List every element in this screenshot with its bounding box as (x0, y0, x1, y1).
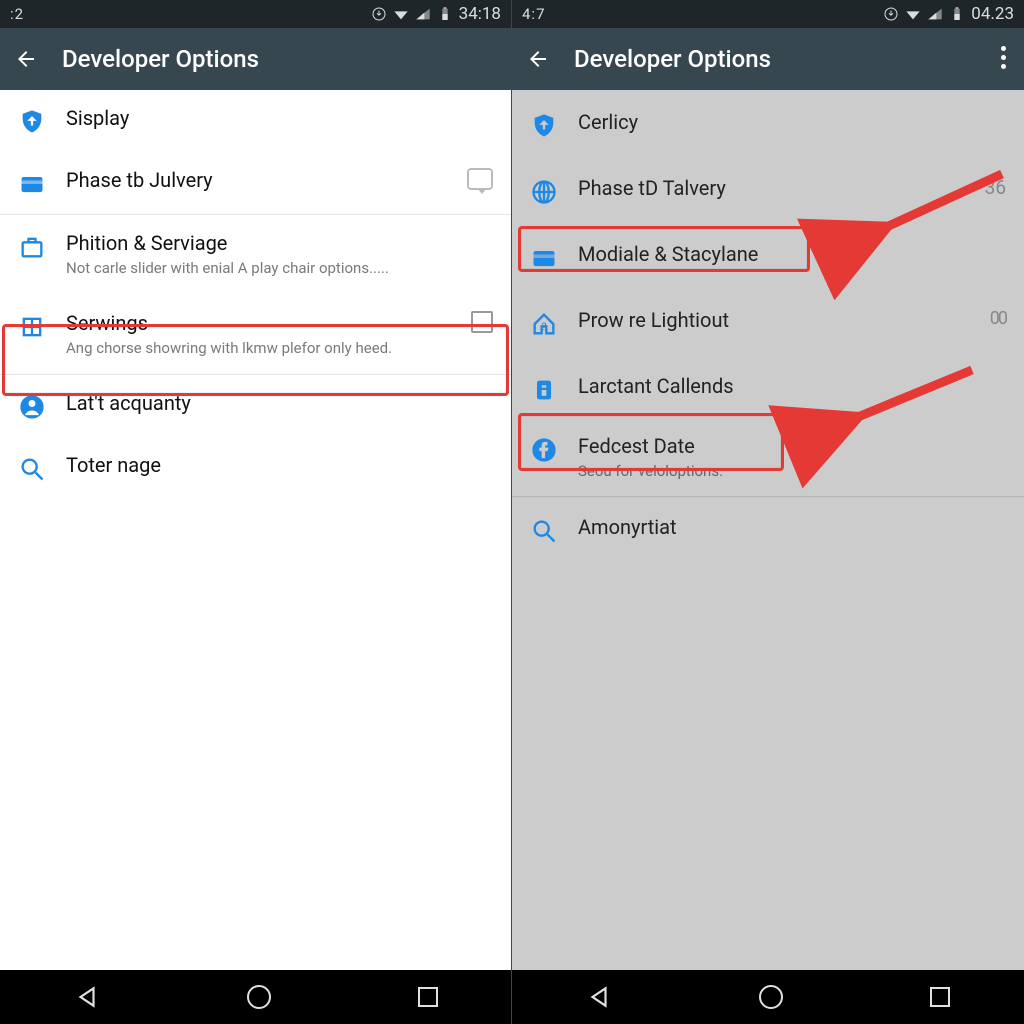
globe-icon (530, 176, 578, 206)
setting-serwings[interactable]: Serwings Ang chorse showring with lkmw p… (0, 295, 511, 376)
nav-bar (0, 970, 511, 1024)
shield-icon (530, 110, 578, 140)
card-icon (530, 242, 578, 272)
search-icon (530, 515, 578, 545)
nav-recent-icon[interactable] (930, 987, 950, 1007)
item-title: Phase tb Julvery (66, 168, 459, 192)
setting-sisplay[interactable]: Sisplay (0, 90, 511, 152)
nav-back-icon[interactable] (74, 984, 100, 1010)
battery-icon (949, 6, 965, 22)
item-badge: 00 (990, 308, 1006, 329)
nav-recent-icon[interactable] (418, 987, 438, 1007)
item-title: Prow re Lightiout (578, 308, 982, 332)
item-title: Amonyrtiat (578, 515, 1006, 539)
status-right: 04.23 (883, 4, 1014, 24)
settings-list: Sisplay Phase tb Julvery Phition & Servi… (0, 90, 511, 970)
house-icon: ? (530, 308, 578, 338)
card-icon (18, 168, 66, 198)
setting-toter[interactable]: Toter nage (0, 437, 511, 499)
item-title: Serwings (66, 311, 463, 335)
phone-screen-left: :2 34:18 Developer Options Sisplay Phase… (0, 0, 512, 1024)
item-title: Lat't acquanty (66, 391, 493, 415)
shield-icon (18, 106, 66, 136)
wifi-icon (905, 6, 921, 22)
nav-home-icon[interactable] (247, 985, 271, 1009)
setting-fedcest[interactable]: Fedcest Date Seou for veloloptions. (512, 424, 1024, 497)
checkbox[interactable] (471, 311, 493, 333)
item-title: Larctant Callends (578, 374, 1006, 398)
setting-latt[interactable]: Lat't acquanty (0, 375, 511, 437)
item-title: Modiale & Stacylane (578, 242, 1006, 266)
setting-modiale[interactable]: Modiale & Stacylane (512, 226, 1024, 292)
item-title: Sisplay (66, 106, 493, 130)
item-title: Phition & Serviage (66, 231, 493, 255)
search-icon (18, 453, 66, 483)
item-subtitle: Seou for veloloptions. (578, 462, 1006, 482)
person-icon (18, 391, 66, 421)
signal-icon (927, 6, 943, 22)
grid-icon (18, 311, 66, 341)
item-title: Fedcest Date (578, 434, 1006, 458)
action-bar: Developer Options (512, 28, 1024, 90)
battery-icon (437, 6, 453, 22)
status-bar: 4:7 04.23 (512, 0, 1024, 28)
action-bar: Developer Options (0, 28, 511, 90)
download-icon (883, 6, 899, 22)
item-title: Phase tD Talvery (578, 176, 977, 200)
item-title: Cerlicy (578, 110, 1006, 134)
back-icon[interactable] (526, 47, 550, 71)
setting-phase[interactable]: Phase tD Talvery 36 (512, 160, 1024, 226)
page-title: Developer Options (62, 45, 259, 73)
svg-text:?: ? (542, 320, 547, 333)
nav-back-icon[interactable] (586, 984, 612, 1010)
wifi-icon (393, 6, 409, 22)
status-right: 34:18 (371, 4, 501, 24)
bubble-icon (467, 168, 493, 190)
nav-bar (512, 970, 1024, 1024)
status-notification: 4:7 (522, 5, 546, 23)
status-time: 34:18 (459, 4, 501, 24)
settings-list: Cerlicy Phase tD Talvery 36 Modiale & St… (512, 90, 1024, 970)
signal-icon (415, 6, 431, 22)
item-title: Toter nage (66, 453, 493, 477)
setting-phase[interactable]: Phase tb Julvery (0, 152, 511, 215)
setting-cerlicy[interactable]: Cerlicy (512, 90, 1024, 160)
page-title: Developer Options (574, 45, 771, 73)
setting-phition[interactable]: Phition & Serviage Not carle slider with… (0, 215, 511, 295)
item-subtitle: Ang chorse showring with lkmw plefor onl… (66, 339, 463, 359)
item-count: 36 (985, 176, 1006, 199)
more-icon[interactable] (1001, 46, 1006, 69)
item-subtitle: Not carle slider with enial A play chair… (66, 259, 493, 279)
status-time: 04.23 (971, 4, 1014, 24)
briefcase-icon (18, 231, 66, 261)
info-icon (530, 374, 578, 404)
setting-larctant[interactable]: Larctant Callends (512, 358, 1024, 424)
facebook-icon (530, 434, 578, 464)
setting-amonyrtiat[interactable]: Amonyrtiat (512, 497, 1024, 561)
nav-home-icon[interactable] (759, 985, 783, 1009)
setting-prow[interactable]: ? Prow re Lightiout 00 (512, 292, 1024, 358)
phone-screen-right: 4:7 04.23 Developer Options Cerlicy Phas… (512, 0, 1024, 1024)
download-icon (371, 6, 387, 22)
status-bar: :2 34:18 (0, 0, 511, 28)
back-icon[interactable] (14, 47, 38, 71)
status-notification: :2 (10, 5, 24, 23)
